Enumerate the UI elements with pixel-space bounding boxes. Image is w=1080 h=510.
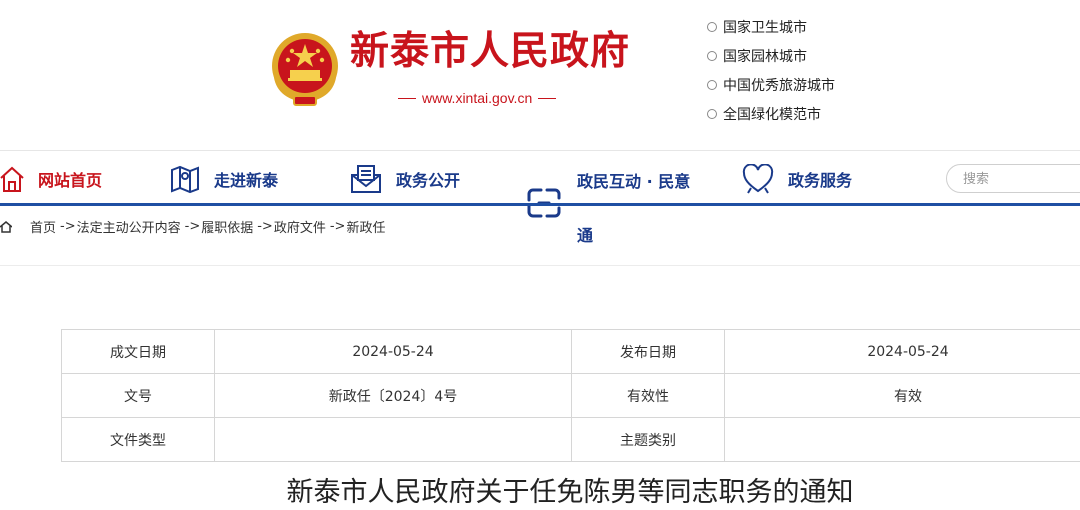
site-title: 新泰市人民政府 bbox=[350, 28, 631, 74]
honor-label: 全国绿化模范市 bbox=[723, 106, 821, 123]
nav-item-home[interactable]: 网站首页 bbox=[0, 157, 102, 201]
table-value: 新政任〔2024〕4号 bbox=[214, 373, 572, 418]
table-value: 2024-05-24 bbox=[724, 329, 1080, 374]
nav-item-interaction-wrap[interactable]: 通 bbox=[577, 222, 593, 246]
national-emblem-icon bbox=[272, 33, 338, 106]
honor-label: 中国优秀旅游城市 bbox=[723, 77, 835, 94]
table-value bbox=[724, 417, 1080, 462]
nav-item-gov-services[interactable]: 政务服务 bbox=[742, 157, 852, 201]
breadcrumb-separator: -> bbox=[257, 219, 273, 234]
site-url-row: www.xintai.gov.cn bbox=[398, 90, 557, 106]
table-row: 文件类型 主题类别 bbox=[61, 417, 1080, 462]
honors-list: 国家卫生城市 国家园林城市 中国优秀旅游城市 全国绿化模范市 bbox=[707, 12, 835, 128]
bullet-icon bbox=[707, 79, 717, 90]
nav-bottom-bar bbox=[0, 203, 1080, 206]
table-label: 文件类型 bbox=[61, 417, 215, 462]
honor-item: 全国绿化模范市 bbox=[707, 99, 835, 128]
breadcrumb-item[interactable]: 政府文件 bbox=[274, 217, 326, 236]
home-icon bbox=[0, 166, 24, 192]
honor-item: 国家园林城市 bbox=[707, 41, 835, 70]
article-title: 新泰市人民政府关于任免陈男等同志职务的通知 bbox=[286, 477, 854, 508]
nav-item-about[interactable]: 走进新泰 bbox=[170, 157, 278, 201]
breadcrumb-item[interactable]: 新政任 bbox=[346, 217, 385, 236]
table-row: 成文日期 2024-05-24 发布日期 2024-05-24 bbox=[61, 329, 1080, 374]
document-info-table: 成文日期 2024-05-24 发布日期 2024-05-24 文号 新政任〔2… bbox=[61, 329, 1080, 462]
table-label: 有效性 bbox=[571, 373, 725, 418]
table-value bbox=[214, 417, 572, 462]
location-icon bbox=[0, 220, 12, 233]
table-row: 文号 新政任〔2024〕4号 有效性 有效 bbox=[61, 373, 1080, 418]
table-label: 主题类别 bbox=[571, 417, 725, 462]
bullet-icon bbox=[707, 108, 717, 119]
honor-item: 中国优秀旅游城市 bbox=[707, 70, 835, 99]
nav-item-gov-affairs[interactable]: 政务公开 bbox=[350, 157, 460, 201]
nav-item-label: 政务公开 bbox=[396, 171, 461, 190]
honor-item: 国家卫生城市 bbox=[707, 12, 835, 41]
breadcrumb-divider bbox=[0, 265, 1080, 266]
breadcrumb-separator: -> bbox=[60, 219, 76, 234]
url-right-rule bbox=[538, 97, 557, 99]
breadcrumb-item-home[interactable]: 首页 bbox=[30, 217, 56, 236]
bullet-icon bbox=[707, 21, 717, 32]
table-label: 成文日期 bbox=[61, 329, 215, 374]
breadcrumb-separator: -> bbox=[329, 219, 346, 234]
table-value: 2024-05-24 bbox=[214, 329, 572, 374]
bullet-icon bbox=[707, 50, 717, 61]
table-label: 文号 bbox=[61, 373, 215, 418]
honor-label: 国家园林城市 bbox=[723, 48, 807, 65]
nav-top-divider bbox=[0, 150, 1080, 151]
nav-item-label: 走进新泰 bbox=[214, 171, 279, 190]
breadcrumb-item[interactable]: 履职依据 bbox=[201, 217, 253, 236]
breadcrumb: 首页 -> 法定主动公开内容 -> 履职依据 -> 政府文件 -> 新政任 bbox=[0, 217, 385, 236]
heart-icon bbox=[742, 164, 774, 194]
honor-label: 国家卫生城市 bbox=[723, 19, 807, 36]
nav-item-label: 网站首页 bbox=[38, 171, 103, 190]
nav-item-label: 政务服务 bbox=[788, 171, 853, 190]
breadcrumb-separator: -> bbox=[184, 219, 201, 234]
breadcrumb-item[interactable]: 法定主动公开内容 bbox=[77, 217, 181, 236]
table-label: 发布日期 bbox=[571, 329, 725, 374]
site-url[interactable]: www.xintai.gov.cn bbox=[422, 90, 532, 106]
url-left-rule bbox=[398, 97, 416, 99]
search-input[interactable] bbox=[946, 164, 1080, 193]
map-icon bbox=[171, 165, 199, 194]
mail-icon bbox=[351, 165, 381, 193]
table-value: 有效 bbox=[724, 373, 1080, 418]
nav-item-interaction[interactable]: 政民互动 · 民意 bbox=[577, 168, 690, 192]
